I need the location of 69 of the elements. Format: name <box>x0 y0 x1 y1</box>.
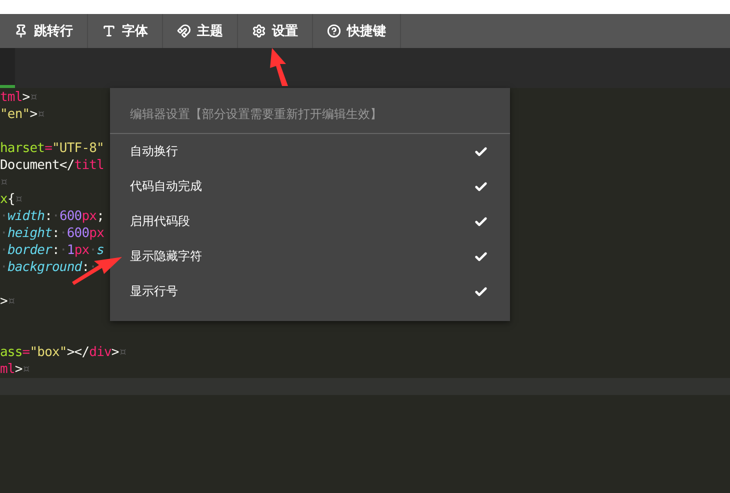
code-token: : <box>52 225 60 242</box>
magnet-icon <box>177 24 191 38</box>
code-token: = <box>22 344 30 361</box>
code-token: ¤ <box>0 174 8 191</box>
help-icon <box>327 24 341 38</box>
code-token: : <box>82 259 90 276</box>
menu-item[interactable]: 启用代码段 <box>110 204 510 239</box>
code-token: > <box>111 344 119 361</box>
code-token: 600 <box>59 208 82 225</box>
code-token: ml <box>0 361 15 378</box>
editor-tab[interactable] <box>0 48 15 88</box>
code-token: · <box>0 225 8 242</box>
code-token: ¤ <box>37 106 45 123</box>
code-token: > <box>22 89 30 106</box>
menu-item[interactable]: 显示行号 <box>110 274 510 309</box>
code-token: border <box>7 242 52 259</box>
code-token: > <box>0 293 8 310</box>
code-token: px <box>89 225 104 242</box>
code-token: · <box>59 242 67 259</box>
code-token: titl <box>74 157 104 174</box>
code-token: "en" <box>0 106 30 123</box>
code-token: : <box>44 208 52 225</box>
menu-item-label: 显示行号 <box>130 283 178 300</box>
code-token: div <box>89 344 112 361</box>
code-token: · <box>59 225 67 242</box>
code-token: background <box>7 259 82 276</box>
code-token: ¤ <box>30 89 38 106</box>
code-token: harset <box>0 140 45 157</box>
code-token: ¤ <box>118 344 126 361</box>
menu-item-label: 代码自动完成 <box>130 178 202 195</box>
code-token: : <box>52 242 60 259</box>
menu-item-label: 启用代码段 <box>130 213 190 230</box>
code-token: height <box>7 225 52 242</box>
menu-item-label: 显示隐藏字符 <box>130 248 202 265</box>
code-token: · <box>0 208 8 225</box>
code-token: px <box>82 208 97 225</box>
code-token: "box" <box>30 344 67 361</box>
code-token: · <box>52 208 60 225</box>
menu-item-label: 自动换行 <box>130 143 178 160</box>
code-token: x <box>0 191 8 208</box>
text-icon <box>102 24 116 38</box>
code-token: ¤ <box>7 293 15 310</box>
code-token: width <box>7 208 45 225</box>
code-token: ></ <box>66 344 90 361</box>
settings-icon <box>252 24 266 38</box>
code-token: > <box>14 361 22 378</box>
code-token: > <box>30 106 38 123</box>
code-token: · <box>0 259 8 276</box>
code-token: s <box>96 242 104 259</box>
menu-title: 编辑器设置【部分设置需要重新打开编辑生效】 <box>110 88 510 134</box>
code-token: px <box>74 242 90 259</box>
code-token: tml <box>0 89 22 106</box>
code-token: ; <box>96 208 104 225</box>
code-token: · <box>0 242 8 259</box>
code-token: { <box>7 191 15 208</box>
code-token: ¤ <box>22 361 30 378</box>
code-token: · <box>89 242 97 259</box>
code-token: Document</ <box>0 157 74 174</box>
code-token: 600 <box>66 225 90 242</box>
pin-icon <box>14 24 28 38</box>
code-token: ¤ <box>14 191 22 208</box>
code-token: "UTF-8" <box>52 140 104 157</box>
menu-item[interactable]: 显示隐藏字符 <box>110 239 510 274</box>
menu-item[interactable]: 代码自动完成 <box>110 169 510 204</box>
code-token: · <box>89 259 97 276</box>
code-token: = <box>44 140 52 157</box>
code-token: ass <box>0 344 22 361</box>
menu-item[interactable]: 自动换行 <box>110 134 510 169</box>
code-token: 1 <box>66 242 74 259</box>
